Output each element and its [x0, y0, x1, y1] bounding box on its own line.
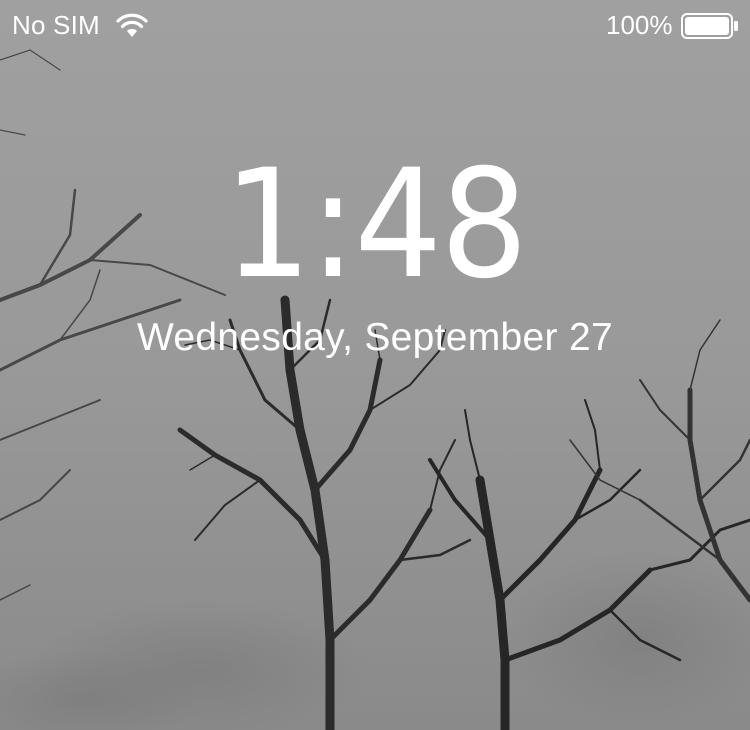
- wifi-icon: [116, 13, 148, 37]
- lock-screen: No SIM 100% 1:48 Wednesday, September 27: [0, 0, 750, 730]
- status-bar: No SIM 100%: [0, 0, 750, 50]
- lock-screen-time: 1:48: [223, 138, 528, 312]
- carrier-label: No SIM: [12, 10, 100, 40]
- foggy-trees-wallpaper: [0, 0, 750, 730]
- battery-percentage: 100%: [606, 10, 673, 40]
- battery-full-icon: [681, 13, 738, 39]
- lock-screen-date: Wednesday, September 27: [137, 316, 613, 359]
